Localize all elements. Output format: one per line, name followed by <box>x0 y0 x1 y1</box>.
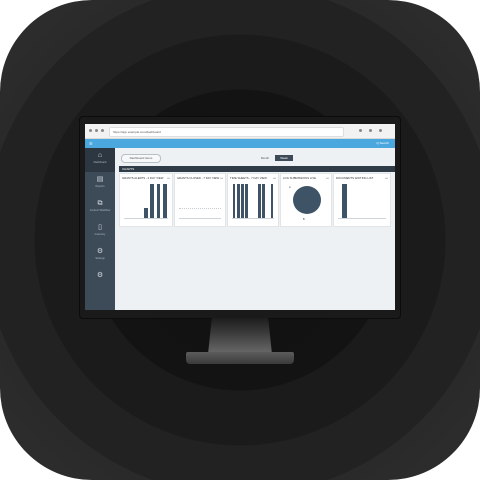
sidebar-item-label: Dashboard <box>93 161 107 164</box>
browser-star-icon[interactable] <box>359 129 362 132</box>
chart-bar <box>270 184 274 218</box>
chart-bar <box>262 184 265 218</box>
bar-group <box>232 184 274 218</box>
monitor-screen: https://app.example.com/dashboard ☰ Q Se… <box>85 124 395 310</box>
clipboard-icon: ▯ <box>98 224 102 231</box>
sidebar-item-label: Inventory <box>94 233 106 236</box>
browser-extension-icon[interactable] <box>369 129 372 132</box>
sidebar-item-dashboard[interactable]: ⌂ Dashboard <box>85 148 115 172</box>
sidebar-item-inventory[interactable]: ▯ Inventory <box>85 220 115 244</box>
app-header: ☰ Q Search <box>85 139 395 148</box>
x-axis <box>179 218 221 219</box>
chart-bar <box>144 207 148 218</box>
sidebar-item-label: Content Workflow <box>89 209 111 212</box>
monitor-stand-foot <box>186 352 294 364</box>
panel-title: TIME SHEETS - 7 DAY VIEW <box>230 176 267 180</box>
logo-icon[interactable]: ☰ <box>89 141 93 146</box>
pie-label: A <box>289 186 291 189</box>
bar-group <box>179 184 221 218</box>
search-link[interactable]: Q Search <box>376 141 389 145</box>
panel-menu-icon[interactable]: ••• <box>167 176 170 180</box>
chart-panel-1: GRANTS ALERTS - 2 DAY VIEW ••• <box>119 173 173 227</box>
chart-bar <box>341 184 347 218</box>
x-axis <box>338 218 386 219</box>
chart-bar <box>162 184 167 218</box>
chart-panel-3: TIME SHEETS - 7 DAY VIEW ••• <box>227 173 279 227</box>
chart-bar <box>258 184 261 218</box>
panel-menu-icon[interactable]: ••• <box>385 176 388 180</box>
panel-title: GRANTS CLOSED - 7 DAY VIEW <box>177 176 220 180</box>
chart-bar <box>245 184 248 218</box>
bar-group <box>124 184 168 218</box>
panel-menu-icon[interactable]: ••• <box>220 176 223 180</box>
gears-icon: ⚙ <box>96 248 104 255</box>
pie-label: B <box>303 218 305 221</box>
browser-reload-icon[interactable] <box>101 129 104 132</box>
workflow-icon: ⧉ <box>97 200 103 207</box>
address-bar[interactable]: https://app.example.com/dashboard <box>109 127 344 137</box>
panel-menu-icon[interactable]: ••• <box>273 176 276 180</box>
browser-forward-icon[interactable] <box>95 129 98 132</box>
bar-group <box>338 184 386 218</box>
sidebar-item-label: Settings <box>95 257 105 260</box>
monitor-stand-neck <box>208 318 272 354</box>
browser-menu-icon[interactable] <box>379 129 382 132</box>
x-axis <box>124 218 168 219</box>
month-toggle[interactable]: Month <box>257 155 273 161</box>
browser-back-icon[interactable] <box>89 129 92 132</box>
chart-panel-5: DOCUMENTS WAITING LIST ••• <box>333 173 391 227</box>
sidebar-item-reports[interactable]: ▤ Reports <box>85 172 115 196</box>
chart-bar <box>241 184 244 218</box>
chart-panel-2: GRANTS CLOSED - 7 DAY VIEW ••• <box>174 173 226 227</box>
section-title: CHARTS <box>119 166 395 172</box>
panel-title: LOG SUBMISSIONS LIVE <box>283 176 316 180</box>
sidebar: ⌂ Dashboard ▤ Reports ⧉ Content Workflow… <box>85 148 115 310</box>
sidebar-item-more[interactable]: ⚙ <box>85 268 115 292</box>
browser-toolbar: https://app.example.com/dashboard <box>85 124 395 139</box>
main-content: Dashboard Items Month Week CHARTS GRANTS… <box>115 148 395 310</box>
chart-panel-4: LOG SUBMISSIONS LIVE ••• A B <box>280 173 332 227</box>
sidebar-item-settings[interactable]: ⚙ Settings <box>85 244 115 268</box>
sidebar-item-label: Reports <box>95 185 105 188</box>
panel-title: DOCUMENTS WAITING LIST <box>336 176 374 180</box>
panel-title: GRANTS ALERTS - 2 DAY VIEW <box>122 176 164 180</box>
chart-bar <box>237 184 240 218</box>
panel-menu-icon[interactable]: ••• <box>326 176 329 180</box>
chart-bar <box>232 184 236 218</box>
document-icon: ▤ <box>96 176 104 183</box>
pie-slice-main <box>293 186 321 214</box>
gear-icon: ⚙ <box>96 272 104 279</box>
x-axis <box>232 218 274 219</box>
week-toggle[interactable]: Week <box>275 155 293 161</box>
dashboard-items-button[interactable]: Dashboard Items <box>121 154 161 163</box>
home-icon: ⌂ <box>97 152 103 159</box>
sidebar-item-workflow[interactable]: ⧉ Content Workflow <box>85 196 115 220</box>
chart-bar <box>150 184 155 218</box>
chart-bar <box>156 184 161 218</box>
